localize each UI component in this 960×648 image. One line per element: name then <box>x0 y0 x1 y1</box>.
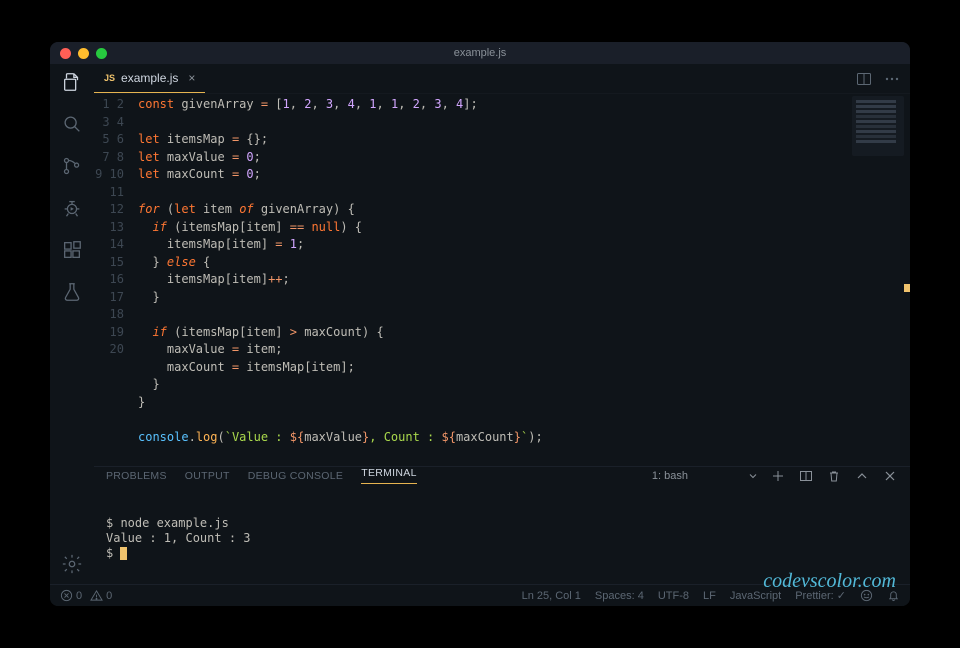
split-terminal-icon[interactable] <box>798 468 814 484</box>
tab-example-js[interactable]: JS example.js × <box>94 64 205 93</box>
panel-tabs: PROBLEMS OUTPUT DEBUG CONSOLE TERMINAL 1… <box>94 467 910 484</box>
maximize-window-button[interactable] <box>96 48 107 59</box>
debug-icon[interactable] <box>60 196 84 220</box>
editor-tabs: JS example.js × <box>94 64 910 94</box>
body-area: JS example.js × 1 2 3 4 5 6 7 8 9 10 11 … <box>50 64 910 584</box>
terminal-shell-label: 1: bash <box>652 470 688 482</box>
close-tab-icon[interactable]: × <box>188 71 195 85</box>
close-panel-icon[interactable] <box>882 468 898 484</box>
source-control-icon[interactable] <box>60 154 84 178</box>
more-actions-icon[interactable] <box>884 71 900 87</box>
tab-label: example.js <box>121 71 178 85</box>
panel-tab-debug-console[interactable]: DEBUG CONSOLE <box>248 470 344 482</box>
minimap[interactable] <box>852 96 904 156</box>
panel-tab-problems[interactable]: PROBLEMS <box>106 470 167 482</box>
maximize-panel-icon[interactable] <box>854 468 870 484</box>
scroll-indicator <box>904 284 910 292</box>
close-window-button[interactable] <box>60 48 71 59</box>
main-area: JS example.js × 1 2 3 4 5 6 7 8 9 10 11 … <box>94 64 910 584</box>
bottom-panel: PROBLEMS OUTPUT DEBUG CONSOLE TERMINAL 1… <box>94 466 910 584</box>
watermark: codevscolor.com <box>763 574 896 589</box>
panel-tab-output[interactable]: OUTPUT <box>185 470 230 482</box>
kill-terminal-icon[interactable] <box>826 468 842 484</box>
testing-icon[interactable] <box>60 280 84 304</box>
editor-actions <box>856 64 910 93</box>
extensions-icon[interactable] <box>60 238 84 262</box>
traffic-lights <box>50 48 107 59</box>
js-file-icon: JS <box>104 73 115 83</box>
line-gutter: 1 2 3 4 5 6 7 8 9 10 11 12 13 14 15 16 1… <box>94 94 138 466</box>
terminal-shell-selector[interactable]: 1: bash <box>652 470 758 482</box>
new-terminal-icon[interactable] <box>770 468 786 484</box>
panel-tab-terminal[interactable]: TERMINAL <box>361 467 417 484</box>
vscode-window: example.js <box>50 42 910 606</box>
settings-gear-icon[interactable] <box>60 552 84 576</box>
search-icon[interactable] <box>60 112 84 136</box>
activity-bar <box>50 64 94 584</box>
terminal-content[interactable]: $ node example.jsValue : 1, Count : 3$ c… <box>94 484 910 593</box>
status-errors[interactable]: 0 <box>60 589 82 602</box>
window-title: example.js <box>454 47 507 59</box>
code-content[interactable]: const givenArray = [1, 2, 3, 4, 1, 1, 2,… <box>138 94 910 466</box>
minimize-window-button[interactable] <box>78 48 89 59</box>
editor[interactable]: 1 2 3 4 5 6 7 8 9 10 11 12 13 14 15 16 1… <box>94 94 910 466</box>
titlebar: example.js <box>50 42 910 64</box>
chevron-down-icon <box>748 471 758 481</box>
split-editor-icon[interactable] <box>856 71 872 87</box>
explorer-icon[interactable] <box>60 70 84 94</box>
status-errors-count: 0 <box>76 590 82 602</box>
